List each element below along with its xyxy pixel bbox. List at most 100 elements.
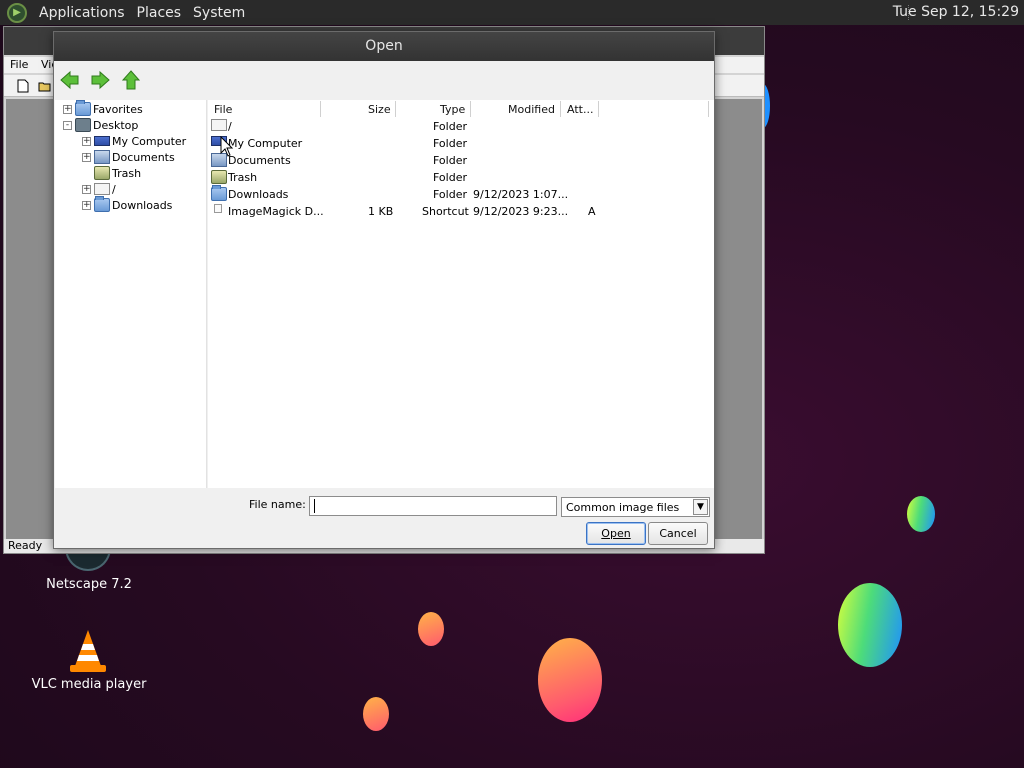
- trash-icon: [94, 166, 110, 180]
- folder-icon: [94, 196, 110, 212]
- menu-file[interactable]: File: [10, 58, 28, 71]
- column-divider[interactable]: [708, 101, 709, 117]
- computer-icon: [94, 136, 110, 146]
- dialog-bottom-bar: File name: Common image files ▼ Open Can…: [54, 488, 714, 548]
- desktop-icon-label: VLC media player: [31, 677, 147, 692]
- expand-icon[interactable]: +: [82, 152, 91, 162]
- back-button[interactable]: [59, 69, 81, 91]
- file-modified: 9/12/2023 9:23...: [473, 205, 569, 218]
- forward-button[interactable]: [89, 69, 111, 91]
- folder-tree: + Favorites - Desktop + My Computer + Do…: [55, 100, 207, 488]
- file-row[interactable]: Trash Folder: [208, 169, 714, 186]
- drive-icon: [94, 183, 110, 195]
- file-name: /: [228, 120, 232, 133]
- documents-icon: [94, 150, 110, 164]
- up-folder-button[interactable]: [120, 69, 142, 91]
- clock[interactable]: Tue Sep 12, 15:29: [893, 4, 1019, 20]
- up-arrow-icon: [121, 70, 141, 90]
- vlc-cone-icon[interactable]: [66, 628, 110, 674]
- column-divider[interactable]: [395, 101, 396, 117]
- file-type: Folder: [433, 120, 467, 133]
- tree-item-root[interactable]: + /: [82, 181, 116, 197]
- expand-icon[interactable]: +: [82, 136, 91, 146]
- bubble-decoration: [838, 583, 902, 667]
- column-header-type[interactable]: Type: [440, 103, 465, 116]
- column-header-file[interactable]: File: [214, 103, 232, 116]
- tree-item-downloads[interactable]: + Downloads: [82, 196, 173, 213]
- file-name: Downloads: [228, 188, 289, 201]
- trash-icon: [211, 170, 227, 184]
- expand-icon[interactable]: +: [82, 200, 91, 210]
- menu-places[interactable]: Places: [131, 5, 188, 21]
- expand-icon[interactable]: +: [63, 104, 72, 114]
- column-divider[interactable]: [320, 101, 321, 117]
- open-button[interactable]: Open: [586, 522, 646, 545]
- open-dialog: Open + Favorites - Desktop + My Computer…: [53, 31, 715, 549]
- tree-item-label: Favorites: [93, 102, 143, 116]
- tree-item-label: Downloads: [112, 198, 173, 212]
- file-list-header: File Size Type Modified Att...: [208, 100, 714, 118]
- file-row[interactable]: ImageMagick D... 1 KB Shortcut 9/12/2023…: [208, 203, 714, 220]
- file-name-input[interactable]: [309, 496, 557, 516]
- column-divider[interactable]: [560, 101, 561, 117]
- tree-item-my-computer[interactable]: + My Computer: [82, 133, 186, 149]
- open-folder-icon[interactable]: [38, 79, 52, 93]
- tree-item-trash[interactable]: Trash: [94, 165, 141, 181]
- tree-item-label: /: [112, 182, 116, 196]
- desktop-icon: [75, 118, 91, 132]
- column-header-modified[interactable]: Modified: [508, 103, 555, 116]
- file-type-filter-value: Common image files: [566, 501, 680, 514]
- file-type: Folder: [433, 171, 467, 184]
- open-button-label: Open: [601, 527, 631, 540]
- distro-logo-icon[interactable]: ▶: [7, 2, 27, 23]
- tree-item-documents[interactable]: + Documents: [82, 149, 175, 165]
- file-name-label: File name:: [249, 498, 306, 511]
- dialog-toolbar: [54, 61, 714, 99]
- tree-item-label: Documents: [112, 150, 175, 164]
- file-name: Documents: [228, 154, 291, 167]
- dialog-title[interactable]: Open: [54, 32, 714, 61]
- chevron-down-icon[interactable]: ▼: [693, 499, 708, 515]
- file-row[interactable]: Downloads Folder 9/12/2023 1:07...: [208, 185, 714, 203]
- tree-item-desktop[interactable]: - Desktop: [63, 117, 138, 133]
- menu-system[interactable]: System: [187, 5, 251, 21]
- drive-icon: [211, 119, 227, 131]
- forward-arrow-icon: [91, 70, 110, 90]
- column-header-attributes[interactable]: Att...: [567, 103, 593, 116]
- file-attributes: A: [588, 205, 596, 218]
- bubble-decoration: [907, 496, 935, 532]
- column-divider[interactable]: [598, 101, 599, 117]
- file-list: File Size Type Modified Att... / Folder …: [208, 100, 714, 488]
- desktop-icon-netscape[interactable]: Netscape 7.2: [24, 577, 154, 592]
- file-type: Folder: [433, 188, 467, 201]
- bubble-decoration: [363, 697, 389, 731]
- tree-item-favorites[interactable]: + Favorites: [63, 100, 143, 117]
- file-type: Shortcut: [422, 205, 469, 218]
- tree-item-label: Trash: [112, 166, 142, 180]
- file-type-filter[interactable]: Common image files ▼: [561, 497, 710, 517]
- shortcut-icon: [214, 204, 222, 213]
- file-name: ImageMagick D...: [228, 205, 324, 218]
- column-divider[interactable]: [470, 101, 471, 117]
- file-row[interactable]: / Folder: [208, 118, 714, 135]
- file-type: Folder: [433, 154, 467, 167]
- column-header-size[interactable]: Size: [368, 103, 391, 116]
- expand-icon[interactable]: +: [82, 184, 91, 194]
- desktop-icon-label: Netscape 7.2: [46, 577, 132, 592]
- tree-item-label: My Computer: [112, 134, 187, 148]
- file-modified: 9/12/2023 1:07...: [473, 188, 569, 201]
- file-row[interactable]: My Computer Folder: [208, 135, 714, 152]
- file-name: Trash: [228, 171, 258, 184]
- back-arrow-icon: [60, 70, 79, 90]
- text-caret: [314, 499, 315, 513]
- folder-icon: [211, 185, 227, 201]
- desktop-icon-vlc[interactable]: VLC media player: [24, 677, 154, 692]
- new-document-icon[interactable]: [16, 79, 30, 93]
- cancel-button[interactable]: Cancel: [648, 522, 708, 545]
- file-row[interactable]: Documents Folder: [208, 152, 714, 169]
- bubble-decoration: [538, 638, 602, 722]
- collapse-icon[interactable]: -: [63, 120, 72, 130]
- mouse-pointer-icon: [220, 136, 234, 157]
- menu-applications[interactable]: Applications: [33, 5, 131, 21]
- tree-item-label: Desktop: [93, 118, 139, 132]
